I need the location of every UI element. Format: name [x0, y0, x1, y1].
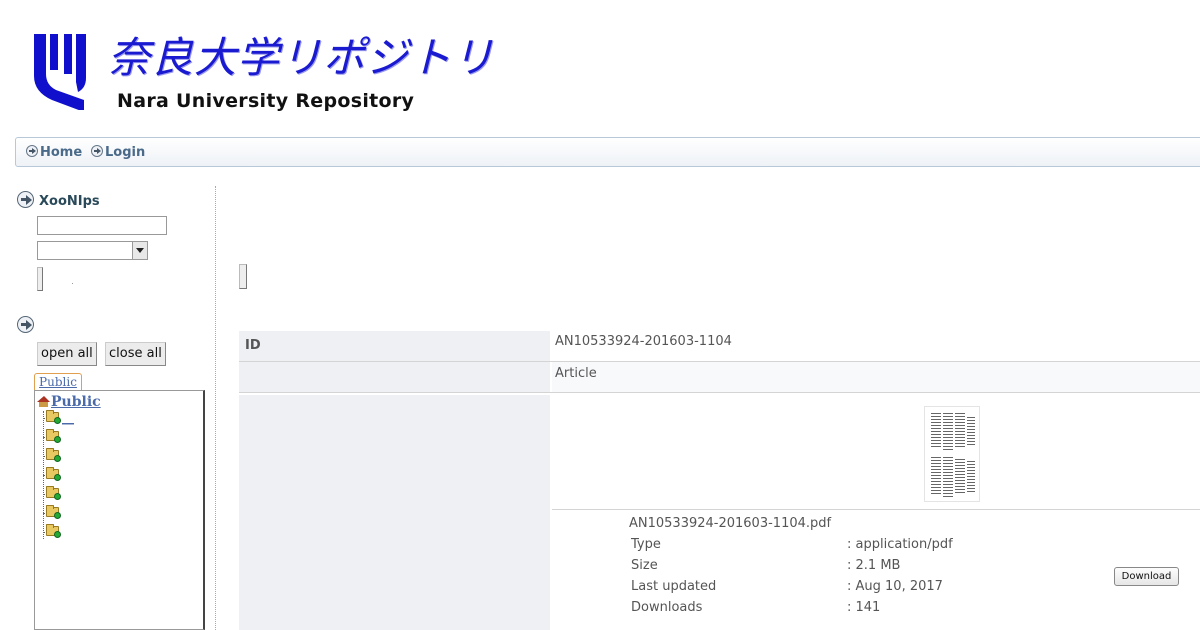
tree-node[interactable] — [43, 486, 73, 501]
folder-add-icon — [46, 429, 61, 443]
pdf-thumbnail[interactable] — [924, 406, 980, 502]
tree-root-public[interactable]: Public — [37, 394, 101, 410]
id-row-value: AN10533924-201603-1104 — [555, 334, 732, 349]
folder-add-icon — [46, 410, 61, 424]
thumbnail-text-block — [955, 459, 965, 495]
arrow-right-icon — [17, 316, 34, 333]
home-icon — [37, 396, 50, 407]
arrow-right-icon — [91, 145, 103, 157]
tree-node[interactable] — [43, 448, 73, 463]
nav-login-link[interactable]: Login — [91, 145, 145, 160]
arrow-right-icon — [26, 145, 38, 157]
search-type-select[interactable] — [37, 241, 148, 260]
item-type-row-label — [239, 362, 550, 392]
thumbnail-text-block — [943, 413, 953, 451]
file-divider — [552, 509, 1200, 510]
folder-add-icon — [46, 448, 61, 462]
thumbnail-text-block — [955, 413, 965, 449]
search-block-title-text: XooNIps — [39, 194, 100, 209]
top-navbar: Home Login — [15, 137, 1200, 167]
folder-add-icon — [46, 505, 61, 519]
tree-root-label: Public — [51, 394, 101, 410]
tree-node[interactable] — [43, 467, 73, 482]
tree-node-label: __ — [62, 411, 74, 425]
tab-public[interactable]: Public — [34, 373, 82, 391]
close-all-button[interactable]: close all — [105, 342, 166, 366]
file-row-label — [239, 395, 550, 630]
file-downloads-value: : 141 — [847, 600, 881, 615]
search-input[interactable] — [37, 216, 167, 235]
folder-add-icon — [46, 467, 61, 481]
id-row-label: ID — [239, 331, 550, 361]
file-size-value: : 2.1 MB — [847, 558, 901, 573]
tree-node[interactable] — [43, 429, 73, 444]
folder-add-icon — [46, 486, 61, 500]
tree-node[interactable] — [43, 505, 73, 520]
chevron-down-icon[interactable] — [132, 242, 147, 259]
logo-title-jp: 奈良大学リポジトリ — [108, 33, 496, 82]
nav-home-link[interactable]: Home — [26, 145, 82, 160]
search-button[interactable] — [37, 267, 43, 291]
tree-block-title — [17, 316, 39, 334]
thumbnail-text-block — [967, 417, 975, 447]
file-type-label: Type — [631, 537, 661, 552]
nav-home-label: Home — [40, 145, 83, 160]
thumbnail-text-block — [967, 461, 975, 493]
row-divider — [239, 392, 1200, 393]
folder-add-icon — [46, 524, 61, 538]
nav-login-label: Login — [105, 145, 146, 160]
search-help-link[interactable] — [72, 283, 73, 284]
tree-node[interactable]: __ — [43, 410, 74, 425]
search-block-title: XooNIps — [17, 191, 100, 209]
thumbnail-text-block — [931, 457, 941, 495]
logo-title-en: Nara University Repository — [117, 90, 415, 112]
repository-logo[interactable]: 奈良大学リポジトリ Nara University Repository — [28, 26, 538, 118]
file-type-value: : application/pdf — [847, 537, 953, 552]
nu-logo-icon — [34, 34, 86, 110]
tree-node[interactable] — [43, 524, 73, 539]
item-type-row-value: Article — [552, 362, 1200, 392]
back-button[interactable] — [239, 264, 247, 289]
file-updated-value: : Aug 10, 2017 — [847, 579, 943, 594]
index-tree-panel: Public __ — [34, 390, 205, 630]
sidebar-divider — [215, 186, 216, 630]
download-button[interactable]: Download — [1114, 567, 1179, 586]
thumbnail-text-block — [943, 457, 953, 497]
thumbnail-text-block — [931, 413, 941, 447]
file-name: AN10533924-201603-1104.pdf — [629, 516, 832, 531]
file-updated-label: Last updated — [631, 579, 717, 594]
file-size-label: Size — [631, 558, 658, 573]
arrow-right-icon — [17, 191, 34, 208]
open-all-button[interactable]: open all — [37, 342, 97, 366]
file-downloads-label: Downloads — [631, 600, 703, 615]
